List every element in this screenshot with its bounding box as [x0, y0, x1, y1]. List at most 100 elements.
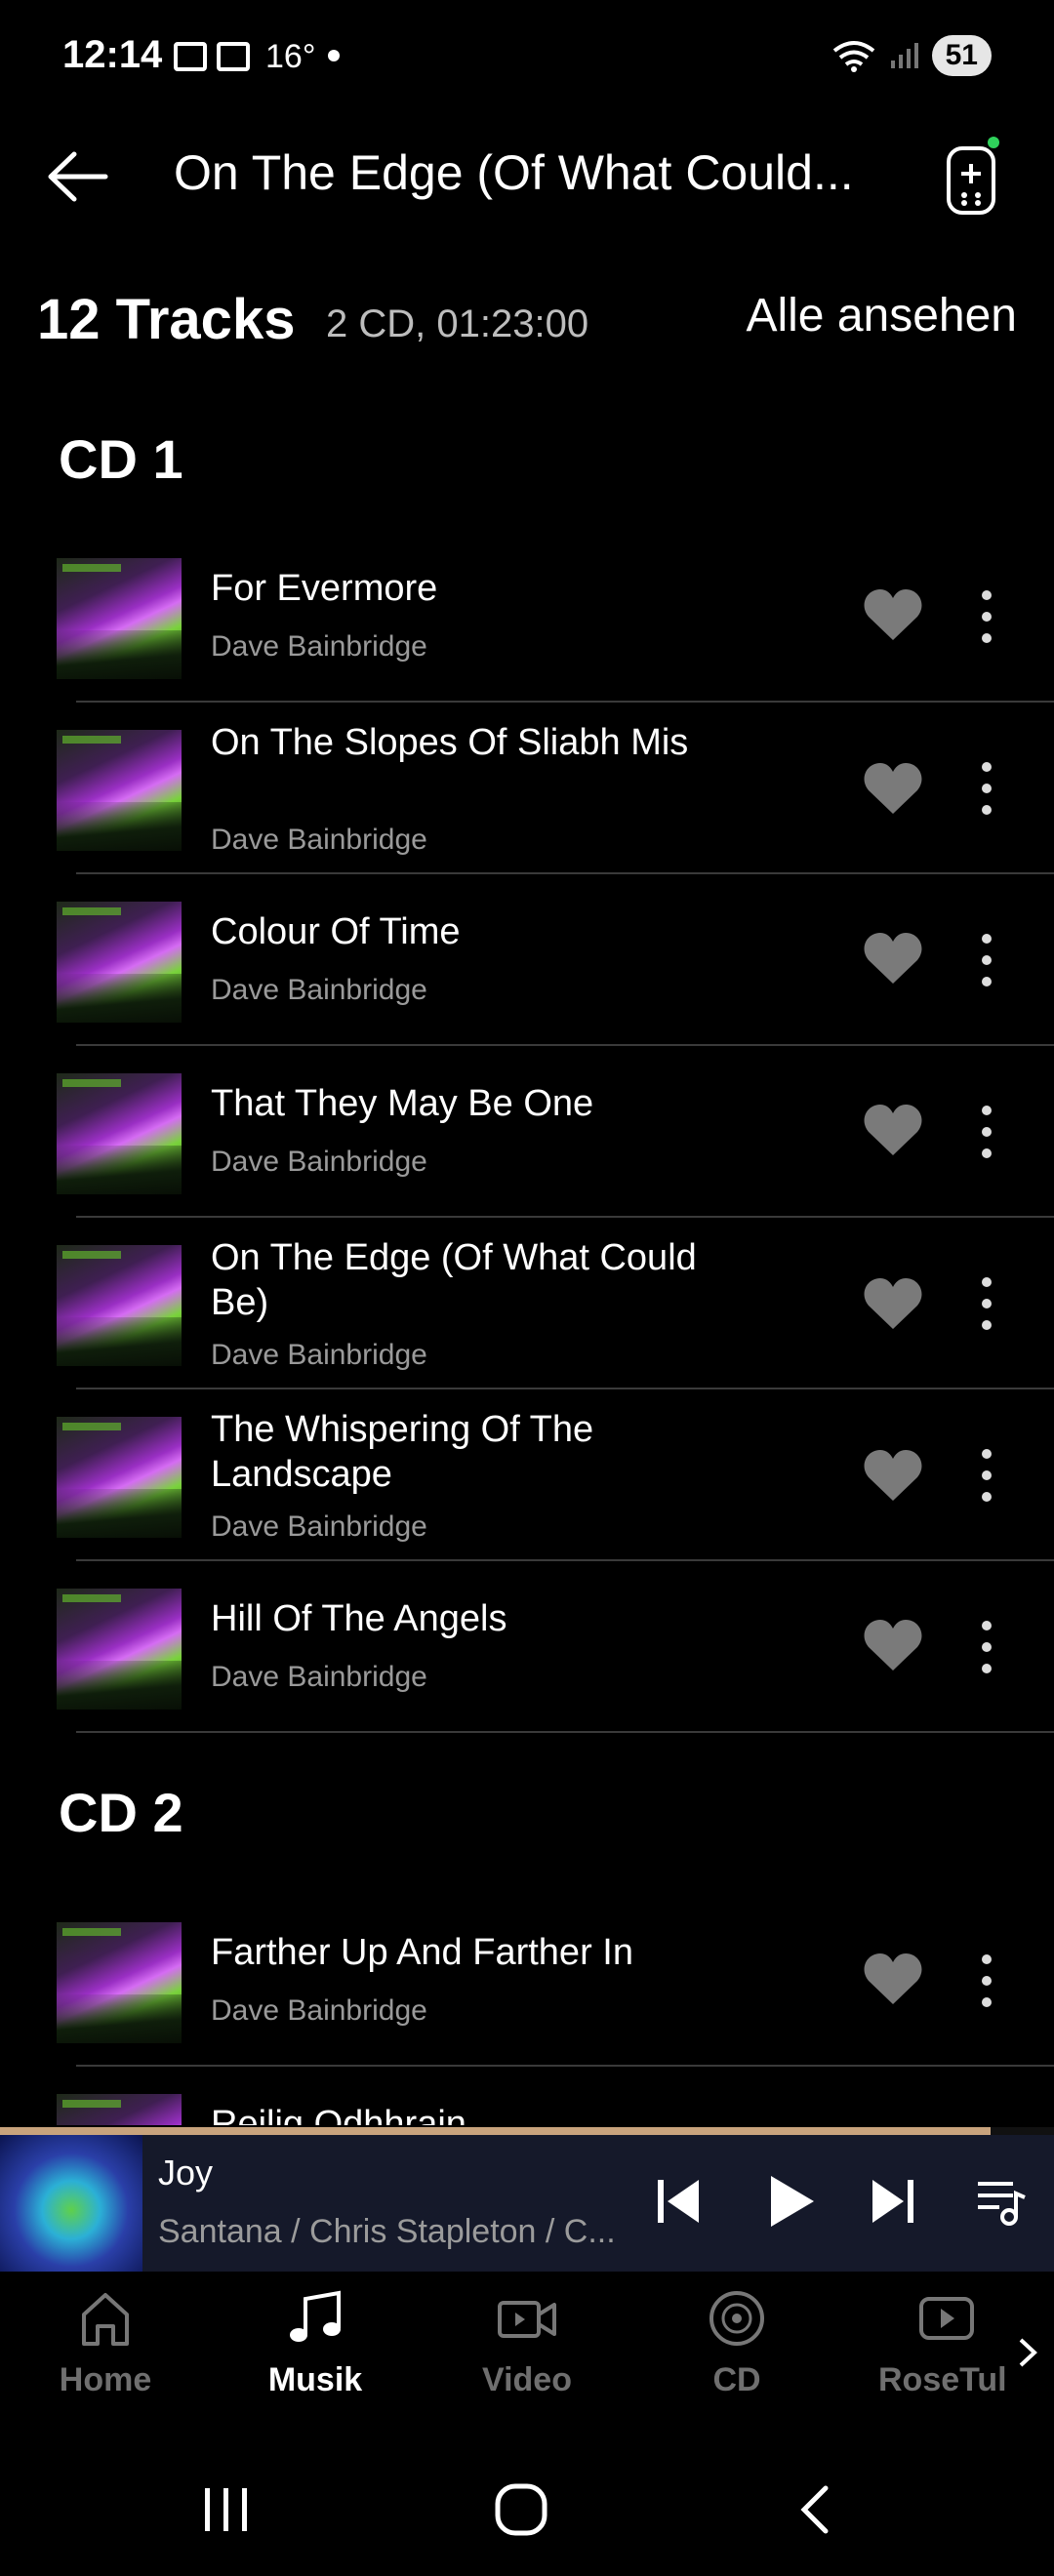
heart-icon[interactable] — [863, 1276, 923, 1331]
track-artist: Dave Bainbridge — [211, 1146, 427, 1178]
heart-icon[interactable] — [863, 1448, 923, 1503]
signal-icon — [890, 43, 918, 68]
now-playing-artists: Santana / Chris Stapleton / C... — [158, 2213, 616, 2250]
nav-rosetube-label: RoseTul — [878, 2361, 1005, 2398]
more-options-icon[interactable] — [974, 1618, 999, 1676]
notification-icon — [174, 42, 207, 71]
playback-progress-fill — [0, 2127, 992, 2135]
cd1-heading: CD 1 — [59, 428, 183, 490]
status-bar: 12:14 16° 51 — [0, 0, 1054, 107]
track-title: Reilig Odhhrain — [211, 2104, 466, 2125]
nav-video[interactable]: Video — [439, 2289, 615, 2399]
more-options-icon[interactable] — [974, 1446, 999, 1505]
more-options-icon[interactable] — [974, 2123, 999, 2125]
track-artist: Dave Bainbridge — [211, 974, 427, 1006]
row-divider — [76, 1731, 1054, 1733]
cd-icon — [709, 2291, 764, 2346]
playback-progress[interactable] — [0, 2127, 1054, 2135]
track-title: The Whispering Of The Landscape — [211, 1409, 594, 1495]
notification-dot-icon — [328, 50, 340, 61]
home-icon — [82, 2293, 129, 2346]
recent-apps-icon[interactable] — [201, 2484, 252, 2535]
more-options-icon[interactable] — [974, 1274, 999, 1333]
video-camera-icon — [498, 2301, 556, 2338]
nav-cd[interactable]: CD — [649, 2289, 825, 2399]
track-album-art — [57, 1245, 182, 1366]
track-title: On The Slopes Of Sliabh Mis — [211, 722, 689, 763]
next-track-icon[interactable] — [871, 2174, 915, 2229]
track-artist: Dave Bainbridge — [211, 824, 427, 856]
track-title: For Evermore — [211, 568, 438, 609]
more-options-icon[interactable] — [974, 587, 999, 646]
heart-icon[interactable] — [863, 1952, 923, 2006]
track-title: Farther Up And Farther In — [211, 1932, 633, 1973]
remote-control-icon[interactable] — [943, 135, 1001, 219]
queue-icon[interactable] — [974, 2174, 1029, 2229]
status-time: 12:14 — [62, 33, 163, 76]
status-temperature: 16° — [265, 37, 316, 75]
system-back-icon[interactable] — [796, 2484, 831, 2535]
status-right: 51 — [832, 35, 992, 76]
nav-home-label: Home — [59, 2361, 152, 2398]
track-row[interactable]: That They May Be One Dave Bainbridge — [0, 1046, 1054, 1218]
track-count: 12 Tracks — [37, 288, 296, 351]
cd2-heading: CD 2 — [59, 1782, 183, 1843]
heart-icon[interactable] — [863, 587, 923, 642]
track-album-art — [57, 730, 182, 851]
heart-icon[interactable] — [863, 2123, 923, 2125]
home-button-icon[interactable] — [494, 2482, 548, 2537]
track-artist: Dave Bainbridge — [211, 1339, 427, 1371]
track-title: On The Edge (Of What Could Be) — [211, 1237, 697, 1323]
track-row[interactable]: On The Slopes Of Sliabh Mis Dave Bainbri… — [0, 703, 1054, 874]
track-summary: 12 Tracks 2 CD, 01:23:00 Alle ansehen — [37, 283, 1017, 361]
notification-icon — [217, 42, 250, 71]
app-header: On The Edge (Of What Could... — [0, 127, 1054, 224]
system-navigation-bar — [0, 2459, 1054, 2576]
track-row[interactable]: For Evermore Dave Bainbridge — [0, 531, 1054, 703]
more-options-icon[interactable] — [974, 931, 999, 989]
see-all-link[interactable]: Alle ansehen — [746, 289, 1017, 342]
heart-icon[interactable] — [863, 761, 923, 816]
previous-track-icon[interactable] — [656, 2174, 701, 2229]
more-options-icon[interactable] — [974, 1952, 999, 2010]
more-options-icon[interactable] — [974, 759, 999, 818]
track-row[interactable]: On The Edge (Of What Could Be) Dave Bain… — [0, 1218, 1054, 1389]
track-row[interactable]: Colour Of Time Dave Bainbridge — [0, 874, 1054, 1046]
track-row[interactable]: Reilig Odhhrain — [0, 2067, 1054, 2125]
music-note-icon — [290, 2290, 341, 2342]
chevron-right-icon[interactable] — [1017, 2336, 1038, 2369]
back-arrow-icon[interactable] — [43, 142, 111, 211]
play-icon[interactable] — [767, 2174, 816, 2229]
nav-video-label: Video — [482, 2361, 572, 2398]
nav-cd-label: CD — [712, 2361, 761, 2398]
battery-indicator: 51 — [931, 35, 992, 76]
now-playing-title: Joy — [158, 2153, 214, 2193]
wifi-icon — [832, 41, 874, 72]
track-album-art — [57, 1417, 182, 1538]
bottom-navigation: Home Musik Video CD RoseTul — [0, 2272, 1054, 2418]
track-album-art — [57, 558, 182, 679]
heart-icon[interactable] — [863, 1103, 923, 1157]
nav-musik[interactable]: Musik — [227, 2289, 403, 2399]
mini-player[interactable]: Joy Santana / Chris Stapleton / C... — [0, 2135, 1054, 2272]
track-artist: Dave Bainbridge — [211, 1661, 427, 1693]
track-row[interactable]: Hill Of The Angels Dave Bainbridge — [0, 1561, 1054, 1733]
track-row[interactable]: Farther Up And Farther In Dave Bainbridg… — [0, 1895, 1054, 2067]
now-playing-cover — [0, 2135, 142, 2272]
track-title: Hill Of The Angels — [211, 1598, 507, 1639]
track-artist: Dave Bainbridge — [211, 1510, 427, 1543]
track-album-art — [57, 2094, 182, 2125]
more-options-icon[interactable] — [974, 1103, 999, 1161]
heart-icon[interactable] — [863, 1618, 923, 1672]
status-notification-icons: 16° — [174, 37, 315, 76]
nav-musik-label: Musik — [267, 2361, 363, 2398]
page-title: On The Edge (Of What Could... — [174, 145, 854, 200]
track-album-art — [57, 902, 182, 1023]
album-meta: 2 CD, 01:23:00 — [326, 302, 589, 345]
track-row[interactable]: The Whispering Of The Landscape Dave Bai… — [0, 1389, 1054, 1561]
nav-home[interactable]: Home — [18, 2289, 193, 2399]
nav-rosetube[interactable]: RoseTul — [859, 2289, 1034, 2399]
track-artist: Dave Bainbridge — [211, 630, 427, 663]
track-album-art — [57, 1589, 182, 1710]
heart-icon[interactable] — [863, 931, 923, 986]
